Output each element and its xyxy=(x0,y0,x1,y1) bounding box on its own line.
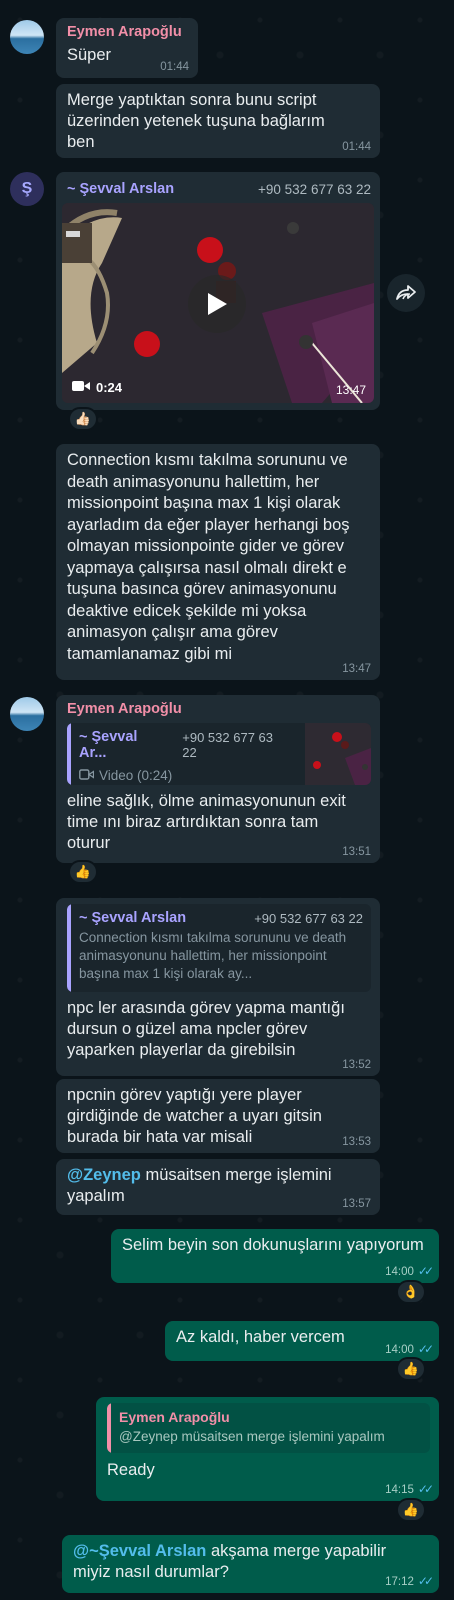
quoted-message[interactable]: ~ Şevval Ar... +90 532 677 63 22 Video (… xyxy=(67,723,371,785)
message-time: 13:47 xyxy=(335,383,366,397)
message-time: 13:53 xyxy=(342,1136,371,1148)
quote-thumbnail xyxy=(305,723,371,785)
sender-name[interactable]: Eymen Arapoğlu xyxy=(67,24,189,40)
quote-text: @Zeynep müsaitsen merge işlemini yapalım xyxy=(119,1429,385,1444)
avatar-letter: Ş xyxy=(21,180,33,197)
message-text: Merge yaptıktan sonra bunu script üzerin… xyxy=(67,91,325,151)
quote-text: Video (0:24) xyxy=(99,768,173,783)
message-bubble[interactable]: Connection kısmı takılma sorununu ve dea… xyxy=(56,444,380,680)
sender-name[interactable]: ~ Şevval Arslan xyxy=(67,181,174,197)
message-time: 13:52 xyxy=(342,1059,371,1071)
message-text: Connection kısmı takılma sorununu ve dea… xyxy=(67,451,350,663)
mention-link[interactable]: @Zeynep xyxy=(67,1166,141,1184)
message-bubble[interactable]: @Zeynep müsaitsen merge işlemini yapalım… xyxy=(56,1159,380,1215)
message-time: 14:00 xyxy=(385,1266,414,1278)
reaction-badge[interactable]: 👍 xyxy=(396,1498,426,1522)
double-check-icon: ✓✓ xyxy=(417,1482,434,1496)
message-bubble[interactable]: Merge yaptıktan sonra bunu script üzerin… xyxy=(56,84,380,158)
video-camera-icon xyxy=(72,380,90,395)
avatar-eymen[interactable] xyxy=(10,20,44,54)
message-time: 01:44 xyxy=(342,141,371,153)
double-check-icon: ✓✓ xyxy=(417,1264,434,1278)
message-time: 13:47 xyxy=(342,663,371,675)
forward-icon[interactable] xyxy=(387,274,425,312)
message-bubble[interactable]: Eymen Arapoğlu Süper 01:44 xyxy=(56,18,198,78)
double-check-icon: ✓✓ xyxy=(417,1342,434,1356)
message-time: 14:15 xyxy=(385,1484,414,1496)
play-icon[interactable] xyxy=(188,275,246,333)
mention-link[interactable]: @~Şevval Arslan xyxy=(73,1542,206,1560)
message-bubble[interactable]: Az kaldı, haber vercem 14:00 ✓✓ xyxy=(165,1321,439,1361)
quote-sender: ~ Şevval Arslan xyxy=(79,910,187,926)
reaction-badge[interactable]: 👍 xyxy=(396,1357,426,1381)
video-duration: 0:24 xyxy=(96,380,123,395)
avatar-eymen[interactable] xyxy=(10,697,44,731)
message-text: Ready xyxy=(107,1461,155,1479)
avatar-sevval[interactable]: Ş xyxy=(10,172,44,206)
message-text: npc ler arasında görev yapma mantığı dur… xyxy=(67,999,345,1059)
message-text: eline sağlık, ölme animasyonunun exit ti… xyxy=(67,792,346,852)
message-bubble[interactable]: npcnin görev yaptığı yere player girdiği… xyxy=(56,1079,380,1153)
quote-phone: +90 532 677 63 22 xyxy=(254,910,363,926)
quoted-message[interactable]: Eymen Arapoğlu @Zeynep müsaitsen merge i… xyxy=(107,1403,430,1453)
message-time: 01:44 xyxy=(160,61,189,73)
reaction-badge[interactable]: 👍🏻 xyxy=(68,407,98,431)
message-time: 14:00 xyxy=(385,1344,414,1356)
reaction-badge[interactable]: 👍 xyxy=(68,860,98,884)
message-bubble[interactable]: Eymen Arapoğlu @Zeynep müsaitsen merge i… xyxy=(96,1397,439,1501)
video-camera-icon xyxy=(79,767,95,785)
message-time: 17:12 xyxy=(385,1576,414,1588)
message-bubble[interactable]: ~ Şevval Arslan +90 532 677 63 22 Connec… xyxy=(56,898,380,1076)
sender-phone: +90 532 677 63 22 xyxy=(258,181,371,197)
message-text: Selim beyin son dokunuşlarını yapıyorum xyxy=(122,1236,424,1254)
quote-sender: ~ Şevval Ar... xyxy=(79,729,138,761)
quote-sender: Eymen Arapoğlu xyxy=(119,1409,230,1425)
sender-name[interactable]: Eymen Arapoğlu xyxy=(67,701,371,717)
message-time: 13:51 xyxy=(342,846,371,858)
message-time: 13:57 xyxy=(342,1198,371,1210)
message-bubble[interactable]: Eymen Arapoğlu ~ Şevval Ar... +90 532 67… xyxy=(56,695,380,863)
double-check-icon: ✓✓ xyxy=(417,1574,434,1588)
quote-phone: +90 532 677 63 22 xyxy=(182,730,273,760)
message-bubble[interactable]: Selim beyin son dokunuşlarını yapıyorum … xyxy=(111,1229,439,1283)
video-thumbnail[interactable]: 0:24 13:47 xyxy=(62,203,374,403)
quoted-message[interactable]: ~ Şevval Arslan +90 532 677 63 22 Connec… xyxy=(67,904,371,992)
quote-text: Connection kısmı takılma sorununu ve dea… xyxy=(79,930,347,981)
reaction-badge[interactable]: 👌 xyxy=(396,1280,426,1304)
message-text: npcnin görev yaptığı yere player girdiği… xyxy=(67,1086,322,1146)
message-bubble[interactable]: @~Şevval Arslan akşama merge yapabilir m… xyxy=(62,1535,439,1593)
